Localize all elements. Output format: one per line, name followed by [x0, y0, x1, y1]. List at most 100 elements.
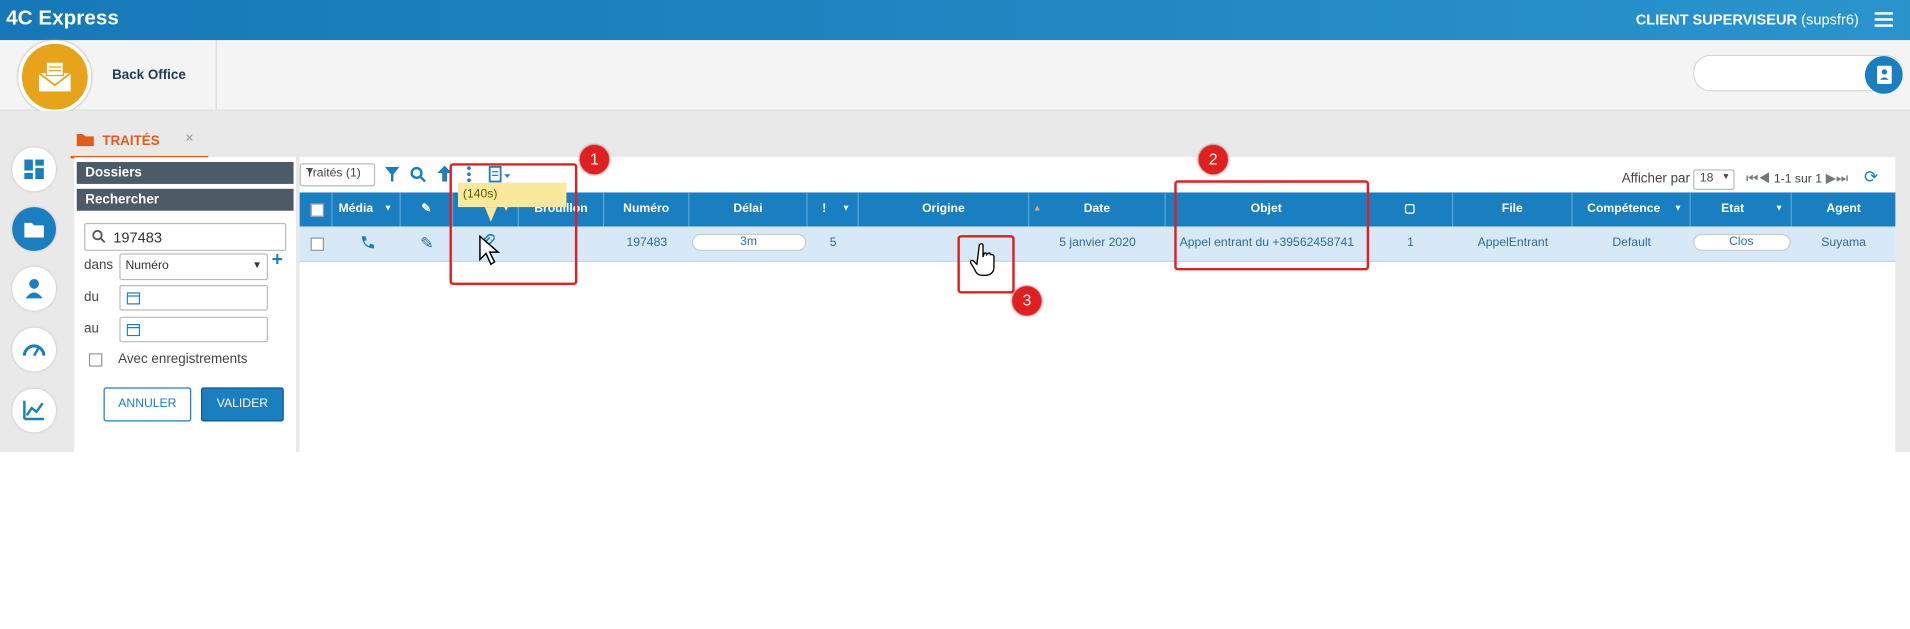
col-numero[interactable]: Numéro: [604, 192, 690, 227]
annotation-badge-3: 3: [1012, 286, 1042, 316]
etat-pill: Clos: [1692, 234, 1790, 252]
prev-page-icon[interactable]: ◀: [1758, 172, 1770, 187]
top-bar: 4C Express CLIENT SUPERVISEUR (supsfr6): [0, 0, 1910, 41]
phone-icon[interactable]: [333, 227, 401, 261]
chevron-down-icon: ▼: [305, 168, 315, 177]
divider: [215, 40, 217, 110]
gauge-nav-button[interactable]: [12, 327, 57, 372]
search-field-select[interactable]: Numéro ▼: [119, 253, 268, 281]
module-label: Back Office: [112, 68, 186, 83]
refresh-icon[interactable]: ⟳: [1864, 167, 1878, 186]
dossiers-header[interactable]: Dossiers: [76, 162, 294, 184]
row-select[interactable]: [300, 227, 333, 261]
chevron-down-icon: ▼: [1673, 204, 1683, 214]
sort-up-icon: ▲: [1032, 204, 1042, 214]
per-page-label: Afficher par: [1621, 171, 1690, 187]
folder-open-icon: [24, 222, 44, 238]
select-all-checkbox[interactable]: [310, 203, 325, 217]
first-page-icon[interactable]: ⏮: [1746, 172, 1758, 187]
recordings-label: Avec enregistrements: [118, 352, 248, 367]
annotation-badge-2: 2: [1198, 144, 1228, 175]
stats-nav-button[interactable]: [12, 388, 57, 433]
next-page-icon[interactable]: ▶: [1826, 172, 1836, 187]
cell-priority: 5: [829, 236, 837, 250]
filter-icon[interactable]: [384, 166, 400, 182]
cell-file: AppelEntrant: [1477, 236, 1549, 250]
cell-numero[interactable]: 197483: [604, 227, 689, 261]
cell-documents: 1: [1407, 236, 1414, 250]
select-all-column[interactable]: [300, 192, 333, 227]
user-nav-button[interactable]: [12, 266, 57, 311]
document-icon: ▢: [1404, 202, 1416, 216]
user-icon: [25, 278, 43, 299]
search-icon: [92, 229, 106, 244]
close-tab-icon[interactable]: ×: [185, 129, 194, 146]
last-page-icon[interactable]: ⏭: [1836, 172, 1848, 187]
dashboard-icon: [24, 159, 44, 180]
col-agent[interactable]: Agent: [1792, 192, 1896, 226]
date-to-input[interactable]: [119, 316, 268, 343]
highlight-box-1: [449, 163, 578, 286]
folders-nav-button[interactable]: [12, 207, 57, 251]
validate-button[interactable]: VALIDER: [200, 387, 284, 422]
edit-pencil-icon[interactable]: ✎: [401, 227, 453, 261]
line-chart-icon: [23, 400, 44, 421]
app-title: 4C Express: [6, 6, 119, 30]
user-info[interactable]: CLIENT SUPERVISEUR (supsfr6): [1636, 11, 1859, 28]
pencil-icon: ✎: [421, 202, 432, 216]
col-priority[interactable]: ! ▼: [808, 192, 859, 227]
recordings-checkbox[interactable]: [88, 353, 103, 367]
cell-competence: Default: [1612, 236, 1651, 250]
highlight-box-2: [1174, 180, 1370, 271]
col-media[interactable]: Média ▼: [333, 192, 401, 227]
search-icon[interactable]: [409, 166, 426, 183]
search-number-input[interactable]: 197483: [84, 222, 287, 251]
page-range: 1-1 sur 1: [1773, 172, 1822, 187]
col-edit[interactable]: ✎: [401, 192, 454, 227]
add-criteria-icon[interactable]: +: [272, 250, 283, 272]
status-filter-select[interactable]: Traités (1) ▼: [299, 163, 376, 187]
cell-agent: Suyama: [1821, 236, 1866, 250]
col-competence-label: Compétence: [1587, 202, 1661, 216]
gauge-icon: [22, 344, 46, 357]
menu-icon[interactable]: [1874, 12, 1893, 27]
col-documents[interactable]: ▢: [1368, 192, 1454, 227]
col-origine[interactable]: Origine: [859, 192, 1030, 227]
user-name: CLIENT SUPERVISEUR: [1635, 10, 1798, 29]
cell-etat: Clos: [1691, 227, 1792, 261]
chevron-down-icon: ▼: [1721, 172, 1731, 182]
col-delai[interactable]: Délai: [689, 192, 808, 227]
tab-traites[interactable]: TRAITÉS ×: [70, 126, 209, 159]
date-from-input[interactable]: [119, 285, 268, 311]
du-label: du: [84, 289, 99, 305]
row-checkbox[interactable]: [310, 237, 325, 251]
dashboard-nav-button[interactable]: [12, 147, 57, 192]
tab-label: TRAITÉS: [102, 133, 160, 149]
envelope-logo-icon[interactable]: [18, 40, 92, 114]
highlight-box-3: [957, 235, 1015, 294]
col-etat[interactable]: Etat ▼: [1691, 192, 1792, 227]
contacts-button[interactable]: [1864, 56, 1903, 94]
cell-delai: 3m: [689, 227, 807, 261]
per-page-value: 18: [1699, 171, 1714, 185]
folder-icon: [76, 133, 94, 147]
annotation-badge-1: 1: [579, 144, 610, 175]
module-bar: Back Office: [0, 40, 1910, 114]
chevron-down-icon: ▼: [1774, 204, 1784, 214]
au-label: au: [84, 321, 99, 337]
per-page-select[interactable]: 18 ▼: [1693, 168, 1736, 190]
calendar-icon: [126, 292, 141, 305]
col-media-label: Média: [338, 202, 374, 216]
search-panel: Dossiers Rechercher 197483 dans Numéro ▼…: [74, 157, 296, 452]
chevron-down-icon: ▼: [252, 259, 262, 271]
cell-date: 5 janvier 2020: [1059, 236, 1136, 250]
col-priority-label: !: [822, 202, 827, 216]
col-date[interactable]: ▲ Date: [1029, 192, 1166, 227]
delai-pill: 3m: [691, 234, 806, 252]
calendar-icon: [126, 324, 141, 337]
col-etat-label: Etat: [1721, 202, 1745, 216]
col-competence[interactable]: Compétence ▼: [1573, 192, 1691, 227]
cancel-button[interactable]: ANNULER: [103, 387, 192, 422]
rechercher-header[interactable]: Rechercher: [76, 188, 294, 211]
col-file[interactable]: File: [1453, 192, 1573, 227]
